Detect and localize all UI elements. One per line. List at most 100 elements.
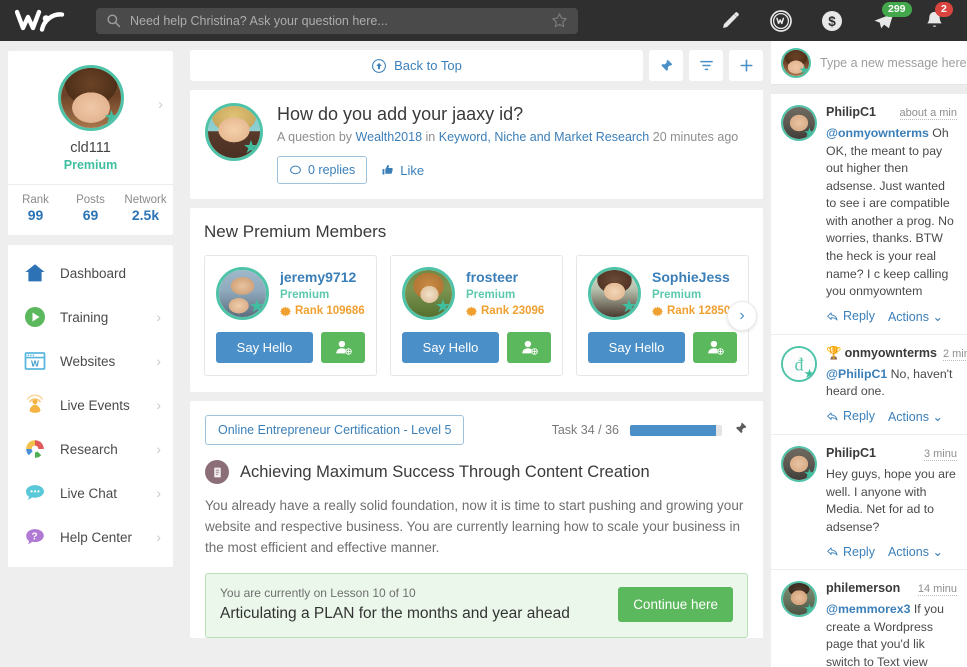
chevron-down-icon: ⌄ (932, 545, 943, 560)
say-hello-button[interactable]: Say Hello (402, 332, 499, 363)
premium-star-icon: ★ (803, 365, 816, 381)
like-button[interactable]: Like (381, 163, 424, 178)
stat-label: Rank (22, 194, 49, 206)
chat-text: @PhilipC1 No, haven't heard one. (826, 366, 957, 401)
dollar-icon[interactable]: $ (817, 6, 847, 36)
pin-button[interactable] (649, 50, 683, 81)
avatar[interactable]: ★ (216, 267, 269, 320)
svg-text:$: $ (828, 14, 836, 29)
add-friend-button[interactable] (507, 332, 551, 363)
filter-button[interactable] (689, 50, 723, 81)
sidebar-item-websites[interactable]: W Websites › (8, 339, 173, 383)
avatar[interactable]: ★ (781, 581, 817, 618)
task-progress-bar (630, 424, 722, 436)
add-friend-button[interactable] (321, 332, 365, 363)
question-category-link[interactable]: Keyword, Niche and Market Research (439, 130, 650, 144)
chevron-down-icon: ⌄ (932, 409, 943, 424)
question-author-link[interactable]: Wealth2018 (356, 130, 423, 144)
sidebar-item-live-events[interactable]: Live Events › (8, 383, 173, 427)
add-button[interactable] (729, 50, 763, 81)
search-bar[interactable] (96, 7, 578, 34)
avatar[interactable]: ★ (402, 267, 455, 320)
say-hello-button[interactable]: Say Hello (588, 332, 685, 363)
wa-coin-icon[interactable] (766, 6, 796, 36)
chat-message-input[interactable] (820, 55, 967, 70)
add-friend-button[interactable] (693, 332, 737, 363)
sidebar-item-research[interactable]: Research › (8, 427, 173, 471)
sidebar-item-dashboard[interactable]: Dashboard (8, 251, 173, 295)
chat-actions-label: Actions (887, 309, 929, 324)
say-hello-button[interactable]: Say Hello (216, 332, 313, 363)
chat-actions-dropdown[interactable]: Actions ⌄ (888, 309, 943, 324)
premium-star-icon: ★ (803, 125, 816, 140)
profile-card[interactable]: › ★ cld111 Premium Rank 99 Posts 69 Netw… (8, 51, 173, 235)
wa-logo[interactable] (0, 8, 96, 34)
certification-button[interactable]: Online Entrepreneur Certification - Leve… (205, 415, 465, 445)
premium-star-icon: ★ (803, 601, 816, 617)
task-header: Online Entrepreneur Certification - Leve… (205, 415, 748, 445)
chevron-right-icon[interactable]: › (158, 96, 163, 113)
chat-compose-row[interactable]: ★ (771, 41, 967, 85)
member-membership: Premium (652, 289, 702, 301)
top-icon-group: $ 299 2 (715, 1, 967, 36)
chat-mention[interactable]: @memmorex3 (826, 602, 910, 616)
pencil-icon[interactable] (715, 6, 745, 36)
chat-actions-dropdown[interactable]: Actions ⌄ (888, 544, 943, 559)
sidebar-item-live-chat[interactable]: Live Chat › (8, 471, 173, 515)
member-rank: Rank 128508 (652, 305, 737, 317)
sidebar-item-help-center[interactable]: ? Help Center › (8, 515, 173, 559)
members-title: New Premium Members (204, 222, 387, 241)
pin-task-icon[interactable] (733, 421, 748, 439)
pin-icon (660, 59, 673, 71)
avatar[interactable]: ★ (781, 47, 811, 78)
carousel-next-button[interactable]: › (727, 301, 757, 331)
replies-button[interactable]: 0 replies (277, 156, 368, 184)
chat-author[interactable]: 🏆 onmyownterms (826, 346, 937, 361)
stat-value: 99 (27, 207, 44, 223)
chat-text: Hey guys, hope you are well. I anyone wi… (826, 466, 956, 534)
chat-message: ★ philemerson 14 minu @memmorex3 If you … (771, 570, 967, 667)
avatar[interactable]: đ ★ (781, 345, 817, 382)
member-name[interactable]: frosteer (466, 269, 551, 285)
avatar[interactable]: ★ (781, 445, 817, 482)
task-subject-title[interactable]: Achieving Maximum Success Through Conten… (240, 463, 650, 482)
lesson-title: Articulating a PLAN for the months and y… (220, 604, 570, 622)
search-input[interactable] (130, 13, 551, 28)
airplane-icon[interactable]: 299 (868, 1, 912, 36)
chat-author[interactable]: PhilipC1 (826, 105, 876, 119)
avatar[interactable]: ★ (205, 103, 263, 161)
avatar[interactable]: ★ (588, 267, 641, 320)
search-icon (107, 14, 121, 28)
trophy-icon: 🏆 (826, 345, 842, 360)
chat-reply-button[interactable]: Reply (826, 545, 875, 559)
chat-reply-button[interactable]: Reply (826, 409, 875, 423)
chat-message-list[interactable]: ★ PhilipC1 about a min @onmyownterms Oh … (771, 94, 967, 667)
arrow-up-circle-icon (372, 58, 387, 73)
member-name[interactable]: jeremy9712 (280, 269, 365, 285)
new-premium-members-card: New Premium Members ★ jeremy9712 Premium (190, 208, 763, 392)
star-icon[interactable] (551, 12, 568, 29)
sidebar-item-label: Training (60, 309, 109, 325)
bell-icon[interactable]: 2 (919, 1, 953, 36)
chat-mention[interactable]: @PhilipC1 (826, 367, 887, 381)
premium-star-icon: ★ (242, 137, 260, 157)
chevron-right-icon: › (156, 309, 161, 325)
broadcast-icon (22, 392, 48, 418)
comment-icon (290, 165, 301, 174)
continue-here-button[interactable]: Continue here (618, 586, 733, 622)
question-title[interactable]: How do you add your jaaxy id? (277, 104, 748, 125)
chat-mention[interactable]: @onmyownterms (826, 126, 929, 140)
back-to-top-button[interactable]: Back to Top (190, 50, 643, 81)
question-meta: A question by Wealth2018 in Keyword, Nic… (277, 130, 748, 144)
avatar[interactable]: ★ (57, 65, 124, 131)
member-membership: Premium (280, 289, 330, 301)
chat-actions-dropdown[interactable]: Actions ⌄ (888, 409, 943, 424)
chat-author[interactable]: philemerson (826, 581, 900, 595)
task-subject-row: Achieving Maximum Success Through Conten… (205, 460, 748, 484)
chat-author[interactable]: PhilipC1 (826, 446, 876, 460)
sidebar-item-training[interactable]: Training › (8, 295, 173, 339)
chat-reply-button[interactable]: Reply (826, 309, 875, 323)
member-name[interactable]: SophieJess (652, 269, 737, 285)
avatar[interactable]: ★ (781, 105, 817, 141)
current-lesson-box: You are currently on Lesson 10 of 10 Art… (205, 572, 748, 638)
